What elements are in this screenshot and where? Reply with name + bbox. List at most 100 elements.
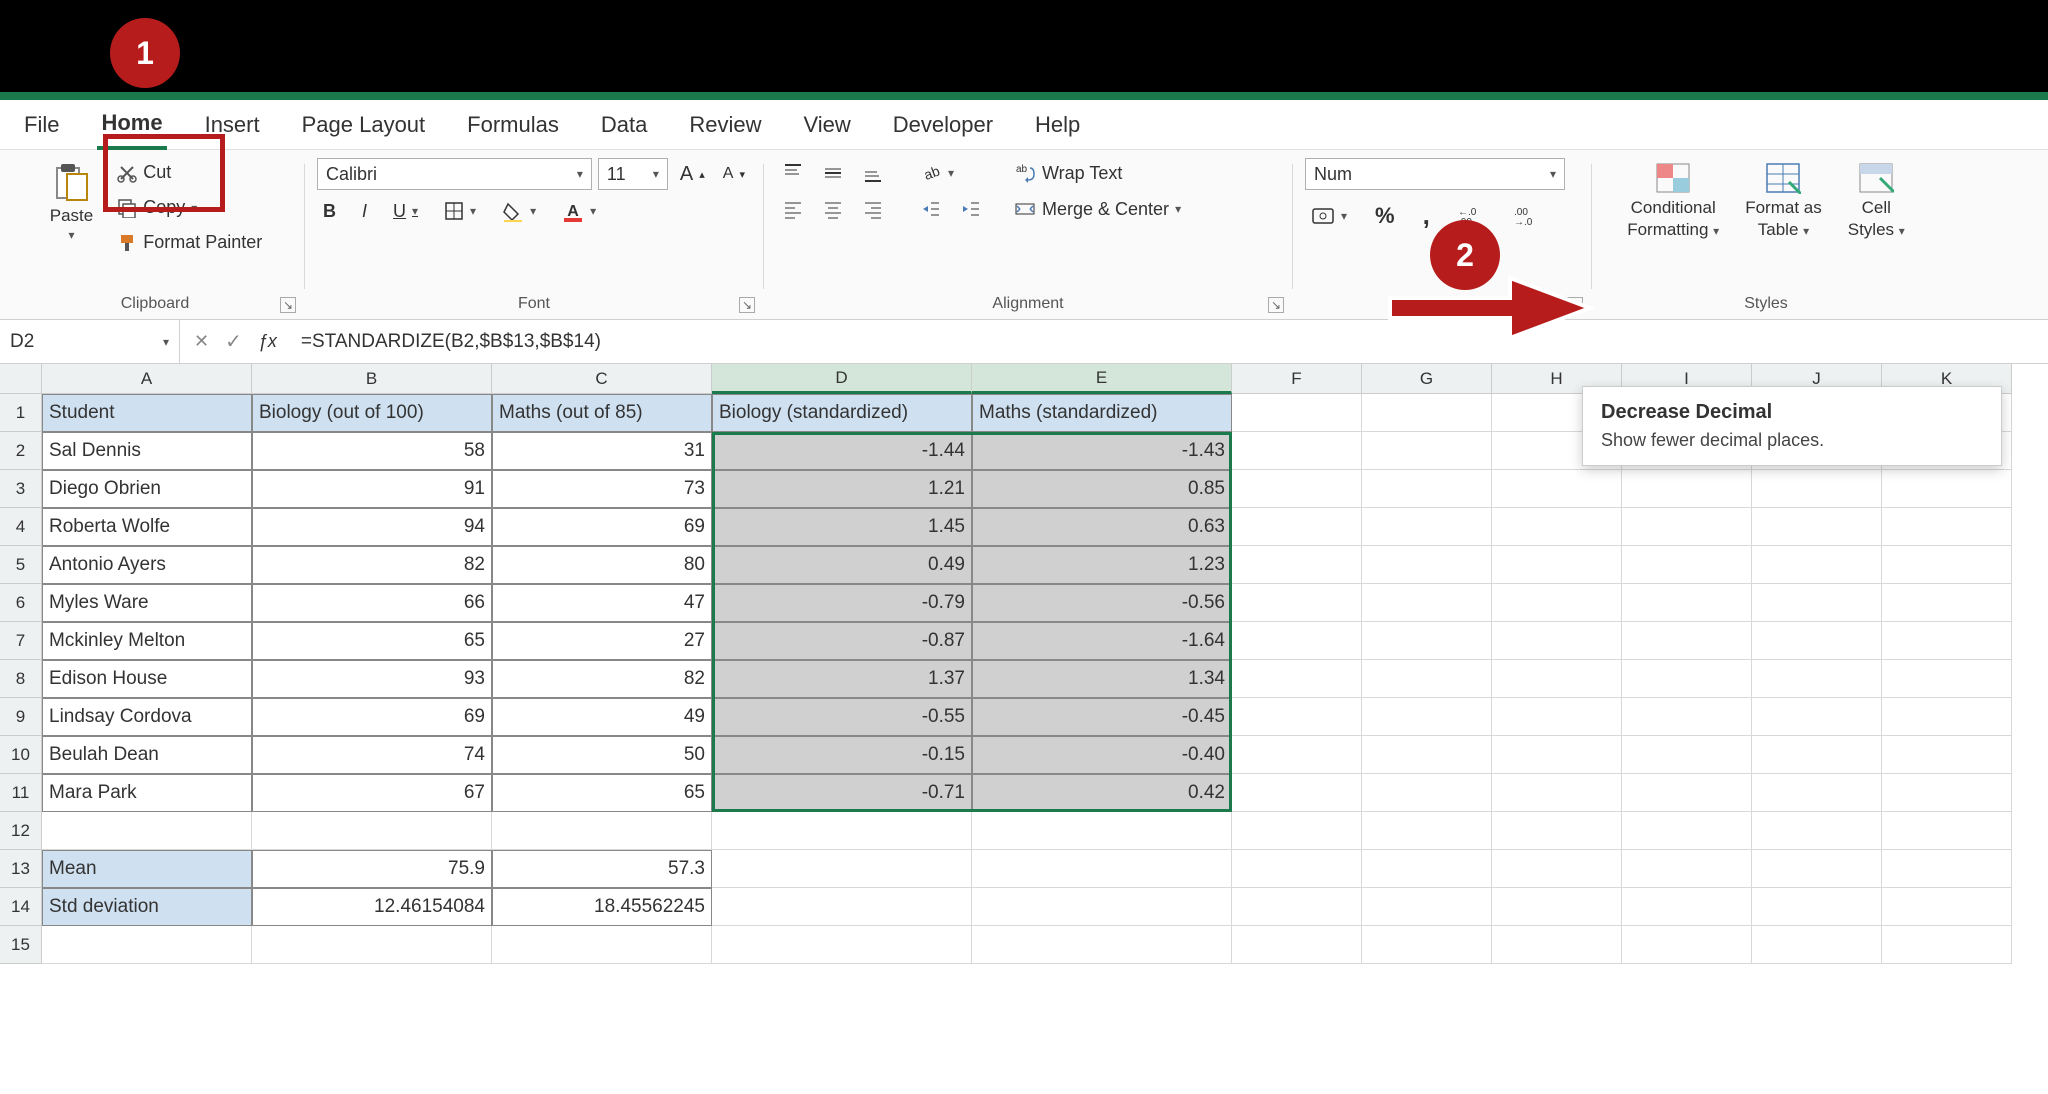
empty-cell[interactable] <box>1882 660 2012 698</box>
empty-cell[interactable] <box>252 812 492 850</box>
empty-cell[interactable] <box>1752 812 1882 850</box>
column-header-C[interactable]: C <box>492 364 712 394</box>
empty-cell[interactable] <box>1232 926 1362 964</box>
empty-cell[interactable] <box>712 926 972 964</box>
empty-cell[interactable] <box>1752 470 1882 508</box>
maths-standardized-cell[interactable]: -1.64 <box>972 622 1232 660</box>
empty-cell[interactable] <box>1362 432 1492 470</box>
empty-cell[interactable] <box>972 850 1232 888</box>
fill-color-button[interactable]: ▾ <box>496 196 542 226</box>
empty-cell[interactable] <box>1752 546 1882 584</box>
tab-data[interactable]: Data <box>597 102 651 148</box>
name-box[interactable]: D2 ▾ <box>0 320 180 363</box>
empty-cell[interactable] <box>1622 622 1752 660</box>
empty-cell[interactable] <box>1232 546 1362 584</box>
biology-standardized-cell[interactable]: -0.15 <box>712 736 972 774</box>
empty-cell[interactable] <box>1492 508 1622 546</box>
maths-score-cell[interactable]: 50 <box>492 736 712 774</box>
decrease-decimal-button[interactable]: .00→.0 <box>1508 201 1548 231</box>
empty-cell[interactable] <box>1362 812 1492 850</box>
empty-cell[interactable] <box>1362 508 1492 546</box>
header-cell[interactable]: Maths (out of 85) <box>492 394 712 432</box>
biology-standardized-cell[interactable]: -0.71 <box>712 774 972 812</box>
maths-standardized-cell[interactable]: -0.40 <box>972 736 1232 774</box>
format-as-table-button[interactable]: Format as Table ▾ <box>1737 158 1830 244</box>
biology-score-cell[interactable]: 58 <box>252 432 492 470</box>
empty-cell[interactable] <box>1362 850 1492 888</box>
paste-button[interactable]: Paste ▾ <box>42 158 101 246</box>
accounting-format-button[interactable]: ▾ <box>1305 201 1353 231</box>
std-label-cell[interactable]: Std deviation <box>42 888 252 926</box>
accept-formula-button[interactable]: ✓ <box>225 329 242 354</box>
column-header-G[interactable]: G <box>1362 364 1492 394</box>
row-header-8[interactable]: 8 <box>0 660 42 698</box>
std-maths-cell[interactable]: 18.45562245 <box>492 888 712 926</box>
tab-page-layout[interactable]: Page Layout <box>298 102 430 148</box>
align-top-button[interactable] <box>776 158 810 188</box>
formula-input[interactable]: =STANDARDIZE(B2,$B$13,$B$14) <box>291 331 2048 353</box>
biology-score-cell[interactable]: 66 <box>252 584 492 622</box>
italic-button[interactable]: I <box>356 197 373 226</box>
maths-standardized-cell[interactable]: 0.42 <box>972 774 1232 812</box>
empty-cell[interactable] <box>1882 470 2012 508</box>
row-header-10[interactable]: 10 <box>0 736 42 774</box>
empty-cell[interactable] <box>492 926 712 964</box>
column-header-F[interactable]: F <box>1232 364 1362 394</box>
empty-cell[interactable] <box>1622 508 1752 546</box>
empty-cell[interactable] <box>1362 546 1492 584</box>
empty-cell[interactable] <box>1492 584 1622 622</box>
empty-cell[interactable] <box>1622 736 1752 774</box>
select-all-corner[interactable] <box>0 364 42 394</box>
empty-cell[interactable] <box>1882 622 2012 660</box>
biology-score-cell[interactable]: 65 <box>252 622 492 660</box>
font-name-combo[interactable]: Calibri ▾ <box>317 158 592 190</box>
empty-cell[interactable] <box>972 812 1232 850</box>
student-name-cell[interactable]: Myles Ware <box>42 584 252 622</box>
font-size-combo[interactable]: 11 ▾ <box>598 158 668 190</box>
clipboard-dialog-launcher[interactable]: ↘ <box>280 297 296 313</box>
empty-cell[interactable] <box>1232 660 1362 698</box>
empty-cell[interactable] <box>1622 660 1752 698</box>
student-name-cell[interactable]: Sal Dennis <box>42 432 252 470</box>
column-header-D[interactable]: D <box>712 364 972 394</box>
empty-cell[interactable] <box>1752 508 1882 546</box>
tab-review[interactable]: Review <box>685 102 765 148</box>
mean-label-cell[interactable]: Mean <box>42 850 252 888</box>
empty-cell[interactable] <box>42 812 252 850</box>
biology-score-cell[interactable]: 93 <box>252 660 492 698</box>
header-cell[interactable]: Student <box>42 394 252 432</box>
fx-button[interactable]: ƒx <box>258 331 277 352</box>
empty-cell[interactable] <box>1362 584 1492 622</box>
row-header-4[interactable]: 4 <box>0 508 42 546</box>
empty-cell[interactable] <box>1232 812 1362 850</box>
column-header-A[interactable]: A <box>42 364 252 394</box>
maths-score-cell[interactable]: 27 <box>492 622 712 660</box>
empty-cell[interactable] <box>1492 926 1622 964</box>
empty-cell[interactable] <box>1362 394 1492 432</box>
empty-cell[interactable] <box>1752 660 1882 698</box>
maths-score-cell[interactable]: 82 <box>492 660 712 698</box>
student-name-cell[interactable]: Antonio Ayers <box>42 546 252 584</box>
maths-score-cell[interactable]: 69 <box>492 508 712 546</box>
empty-cell[interactable] <box>1752 698 1882 736</box>
cell-styles-button[interactable]: Cell Styles ▾ <box>1840 158 1913 244</box>
empty-cell[interactable] <box>1492 812 1622 850</box>
align-bottom-button[interactable] <box>856 158 890 188</box>
biology-standardized-cell[interactable]: -0.55 <box>712 698 972 736</box>
bold-button[interactable]: B <box>317 197 342 226</box>
maths-score-cell[interactable]: 65 <box>492 774 712 812</box>
student-name-cell[interactable]: Edison House <box>42 660 252 698</box>
empty-cell[interactable] <box>1622 812 1752 850</box>
column-header-B[interactable]: B <box>252 364 492 394</box>
empty-cell[interactable] <box>1622 850 1752 888</box>
underline-button[interactable]: U ▾ <box>387 197 424 226</box>
format-painter-button[interactable]: Format Painter <box>111 228 268 257</box>
empty-cell[interactable] <box>1752 622 1882 660</box>
empty-cell[interactable] <box>1232 470 1362 508</box>
row-header-7[interactable]: 7 <box>0 622 42 660</box>
empty-cell[interactable] <box>1362 470 1492 508</box>
empty-cell[interactable] <box>1622 584 1752 622</box>
row-header-14[interactable]: 14 <box>0 888 42 926</box>
empty-cell[interactable] <box>1622 470 1752 508</box>
row-header-11[interactable]: 11 <box>0 774 42 812</box>
